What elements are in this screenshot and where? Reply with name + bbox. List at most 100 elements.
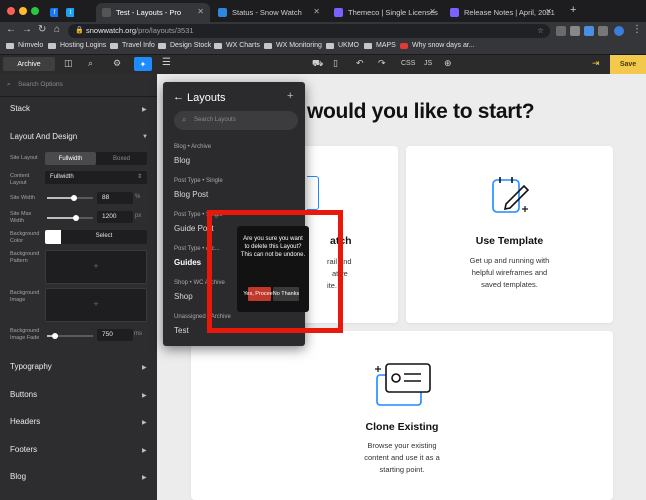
hamburger-menu-icon[interactable]: ☰ — [162, 57, 171, 68]
layout-item-shop[interactable]: Shop — [174, 292, 193, 301]
close-tab-icon[interactable]: ✕ — [429, 7, 436, 16]
extension-icon[interactable] — [556, 26, 566, 36]
preview-devices-icon[interactable]: ⛟ — [312, 58, 323, 70]
chevron-right-icon[interactable]: ▶ — [142, 392, 147, 399]
background-image-fade-input[interactable]: 750 — [97, 329, 133, 341]
tab-release-notes[interactable]: Release Notes | April, 2021 ✕ — [444, 3, 558, 22]
gamepad-icon[interactable]: ⊕ — [444, 58, 452, 69]
exit-icon[interactable]: ⇥ — [592, 58, 600, 69]
content-layout-select[interactable]: Fullwidth ⇕ — [45, 171, 147, 184]
slider-handle[interactable] — [73, 215, 79, 221]
css-button[interactable]: CSS — [401, 60, 415, 67]
site-width-slider-track[interactable] — [47, 195, 93, 201]
close-window-button[interactable] — [7, 7, 15, 15]
bookmark-wx-monitoring[interactable]: WX Monitoring — [264, 42, 322, 49]
minimize-window-button[interactable] — [19, 7, 27, 15]
site-width-input[interactable]: 88 — [97, 192, 133, 204]
layout-item-blog[interactable]: Blog — [174, 156, 190, 165]
bookmark-travel-info[interactable]: Travel Info — [110, 42, 155, 49]
home-icon[interactable]: ⌂ — [54, 24, 60, 35]
layout-panel-icon[interactable]: ◫ — [64, 58, 73, 69]
chevron-right-icon[interactable]: ▶ — [142, 474, 147, 481]
puzzle-icon[interactable] — [598, 26, 608, 36]
gear-icon[interactable]: ⚙ — [113, 58, 121, 69]
search-icon[interactable]: ⌕ — [88, 58, 93, 69]
pinned-tab-facebook[interactable]: f — [44, 3, 58, 22]
search-layouts-input[interactable]: ⌕ Search Layouts — [174, 111, 298, 130]
reload-icon[interactable]: ↻ — [38, 24, 46, 35]
profile-avatar[interactable] — [614, 26, 624, 36]
chevron-right-icon[interactable]: ▶ — [142, 447, 147, 454]
pinned-tab-twitter[interactable]: t — [60, 3, 74, 22]
forward-icon[interactable]: → — [22, 24, 32, 35]
section-typography[interactable]: Typography — [10, 362, 52, 371]
bookmark-star-icon[interactable]: ☆ — [537, 24, 544, 38]
clone-existing-card[interactable]: Clone Existing Browse your existing cont… — [191, 331, 613, 500]
back-arrow-icon[interactable]: ← — [173, 91, 184, 103]
slider-handle[interactable] — [71, 195, 77, 201]
section-blog[interactable]: Blog — [10, 472, 26, 481]
layout-item-test[interactable]: Test — [174, 326, 189, 335]
mobile-preview-icon[interactable]: ▯ — [333, 58, 338, 69]
bookmark-wx-charts[interactable]: WX Charts — [214, 42, 260, 49]
bookmark-design-stock[interactable]: Design Stock — [158, 42, 211, 49]
elements-icon[interactable]: ✦ — [134, 57, 152, 71]
use-template-card[interactable]: Use Template Get up and running with hel… — [406, 146, 613, 323]
new-tab-button[interactable]: + — [570, 4, 576, 16]
bookmark-snow-days[interactable]: Why snow days ar... — [400, 42, 475, 49]
site-max-width-slider-track[interactable] — [47, 215, 93, 221]
url-field[interactable]: 🔒 snowwatch.org/pro/layouts/3531 ☆ — [68, 24, 550, 38]
layout-item-blog-post[interactable]: Blog Post — [174, 190, 208, 199]
section-layout-and-design[interactable]: Layout And Design — [10, 132, 77, 141]
background-pattern-upload[interactable]: + — [45, 250, 147, 284]
template-edit-icon — [492, 177, 530, 213]
boxed-option[interactable]: Boxed — [96, 152, 147, 165]
site-max-width-input[interactable]: 1200 — [97, 211, 133, 223]
background-image-fade-slider-track[interactable] — [47, 333, 93, 339]
folder-icon — [326, 42, 334, 49]
tab-test-layouts[interactable]: Test - Layouts - Pro ✕ — [96, 3, 210, 22]
section-footers[interactable]: Footers — [10, 445, 37, 454]
extension-icon[interactable] — [570, 26, 580, 36]
slider-handle[interactable] — [52, 333, 58, 339]
fullwidth-option[interactable]: Fullwidth — [45, 152, 96, 165]
folder-icon — [214, 42, 222, 49]
add-layout-button[interactable]: + — [287, 90, 293, 102]
color-swatch[interactable] — [45, 230, 61, 244]
chevron-right-icon[interactable]: ▶ — [142, 106, 147, 113]
section-stack[interactable]: Stack — [10, 104, 30, 113]
tab-status-snow-watch[interactable]: Status - Snow Watch ✕ — [212, 3, 326, 22]
slider-fill — [47, 197, 74, 199]
bookmark-maps[interactable]: MAPS — [364, 42, 396, 49]
js-button[interactable]: JS — [424, 60, 432, 67]
archive-button[interactable]: Archive — [3, 57, 55, 71]
undo-icon[interactable]: ↶ — [356, 58, 364, 69]
background-image-upload[interactable]: + — [45, 288, 147, 322]
background-color-picker[interactable]: Select — [45, 230, 147, 244]
chevron-down-icon[interactable]: ▼ — [142, 134, 148, 140]
back-icon[interactable]: ← — [6, 24, 16, 35]
bookmark-nimvelo[interactable]: Nimvelo — [6, 42, 43, 49]
chevron-right-icon[interactable]: ▶ — [142, 364, 147, 371]
close-tab-icon[interactable]: ✕ — [197, 7, 204, 16]
close-tab-icon[interactable]: ✕ — [545, 7, 552, 16]
section-buttons[interactable]: Buttons — [10, 390, 37, 399]
tab-label: Themeco | Single Licenses — [348, 8, 438, 17]
menu-dots-icon[interactable]: ⋮ — [632, 24, 642, 35]
section-headers[interactable]: Headers — [10, 417, 40, 426]
zoom-window-button[interactable] — [31, 7, 39, 15]
site-layout-toggle: Fullwidth Boxed — [45, 152, 147, 165]
tab-themeco-licenses[interactable]: Themeco | Single Licenses ✕ — [328, 3, 442, 22]
background-color-label: Background Color — [10, 231, 40, 244]
save-button[interactable]: Save — [610, 55, 646, 74]
bookmark-ukmo[interactable]: UKMO — [326, 42, 359, 49]
folder-icon — [264, 42, 272, 49]
redo-icon[interactable]: ↷ — [378, 58, 386, 69]
search-options-input[interactable]: ⌕ Search Options — [0, 78, 157, 92]
layout-item-guides[interactable]: Guides — [174, 258, 201, 267]
chevron-right-icon[interactable]: ▶ — [142, 419, 147, 426]
extension-icon[interactable] — [584, 26, 594, 36]
close-tab-icon[interactable]: ✕ — [313, 7, 320, 16]
bookmark-hosting-logins[interactable]: Hosting Logins — [48, 42, 106, 49]
search-icon: ⌕ — [7, 81, 11, 88]
